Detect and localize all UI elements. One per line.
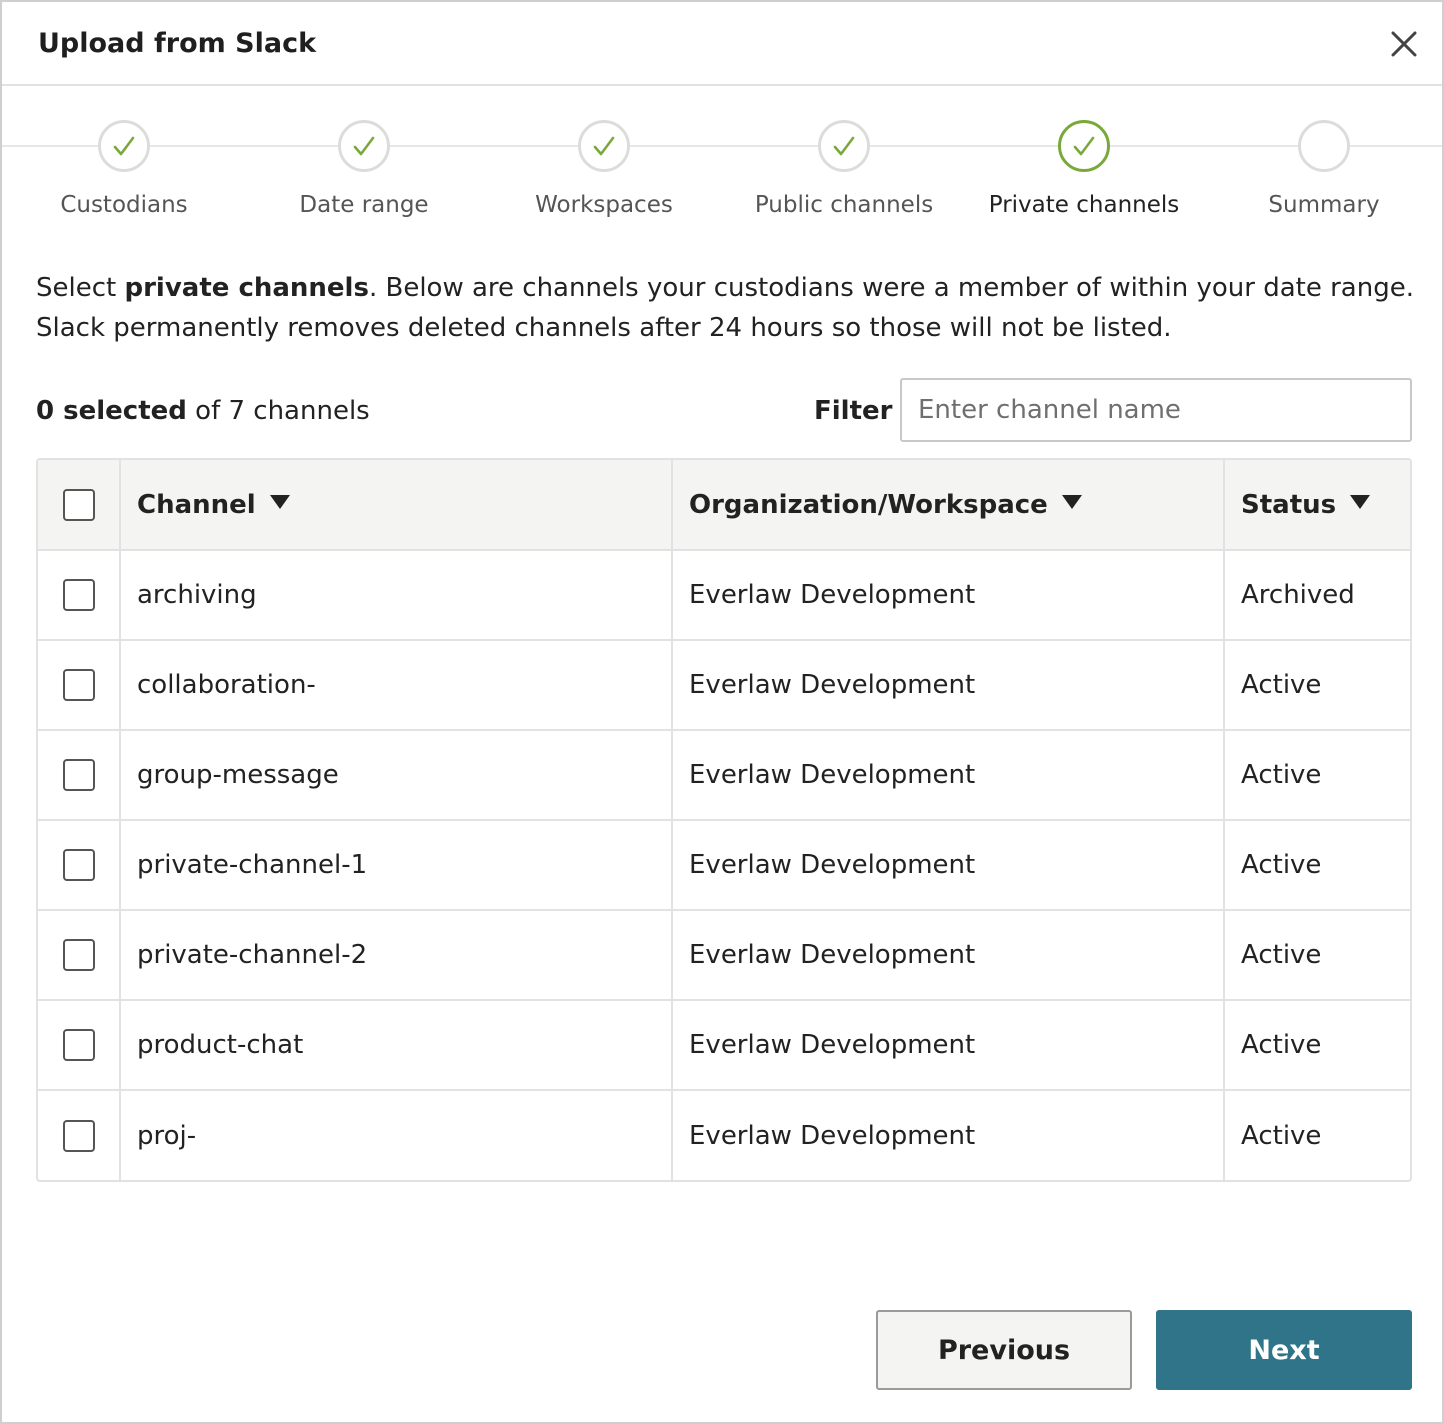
row-select-cell (38, 820, 121, 911)
step-workspaces: Workspaces (484, 120, 724, 220)
status-cell: Active (1241, 1120, 1322, 1151)
column-header-organization[interactable]: Organization/Workspace (672, 460, 1225, 551)
step-label: Public channels (754, 192, 934, 218)
instructions-emphasis: private channels (124, 273, 369, 303)
next-button[interactable]: Next (1156, 1310, 1412, 1390)
status-cell: Archived (1224, 550, 1410, 641)
organization-cell: Everlaw Development (672, 550, 1225, 641)
table-header-row: Channel Organization/Workspace Status (38, 460, 1410, 551)
row-checkbox[interactable] (62, 669, 95, 701)
table-row[interactable]: archiving Everlaw Development Archived (38, 550, 1410, 641)
channel-cell: archiving (120, 550, 673, 641)
checkmark-icon (353, 136, 375, 156)
step-summary: Summary (1204, 120, 1444, 220)
channel-cell: product-chat (120, 1000, 673, 1091)
status-cell: Active (1224, 910, 1410, 1001)
checkmark-icon (1073, 136, 1095, 156)
instructions-prefix: Select (36, 273, 125, 303)
dialog-header: Upload from Slack (2, 2, 1442, 86)
checkmark-icon (833, 136, 855, 156)
channel-cell: collaboration- (120, 640, 673, 731)
step-circle (338, 120, 390, 172)
organization-cell: Everlaw Development (672, 910, 1225, 1001)
organization-cell: Everlaw Development (672, 1090, 1225, 1180)
filter-label: Filter (814, 396, 893, 426)
table-row[interactable]: private-channel-1 Everlaw Development Ac… (38, 820, 1410, 911)
row-checkbox[interactable] (62, 579, 95, 611)
organization-cell: Everlaw Development (672, 1000, 1225, 1091)
selection-summary: 0 selected of 7 channels (36, 392, 370, 430)
channel-cell: private-channel-1 (120, 820, 673, 911)
sort-caret-down-icon (1061, 495, 1082, 509)
column-header-channel[interactable]: Channel (120, 460, 673, 551)
organization-cell: Everlaw Development (672, 730, 1225, 821)
status-header-label: Status (1241, 489, 1337, 520)
row-checkbox[interactable] (62, 849, 95, 881)
step-circle (1058, 120, 1110, 172)
step-custodians: Custodians (4, 120, 244, 220)
table-row[interactable]: group-message Everlaw Development Active (38, 730, 1410, 821)
channels-table: Channel Organization/Workspace Status ar… (36, 458, 1412, 1182)
column-header-status[interactable]: Status (1224, 460, 1410, 551)
organization-cell: Everlaw Development (672, 820, 1225, 911)
sort-caret-down-icon (1350, 495, 1371, 509)
table-row[interactable]: private-channel-2 Everlaw Development Ac… (38, 910, 1410, 1001)
row-checkbox[interactable] (62, 939, 95, 971)
select-all-checkbox[interactable] (62, 488, 95, 521)
step-public-channels: Public channels (724, 120, 964, 220)
status-cell: Active (1224, 820, 1410, 911)
table-row[interactable]: proj- Everlaw Development Active (38, 1090, 1410, 1180)
close-button[interactable] (1384, 24, 1424, 64)
upload-from-slack-dialog: Upload from Slack Custodians Date range … (0, 0, 1444, 1424)
row-select-cell (38, 730, 121, 821)
dialog-title: Upload from Slack (38, 28, 317, 59)
step-circle (1298, 120, 1350, 172)
channel-cell: group-message (120, 730, 673, 821)
channel-cell: proj- (120, 1090, 673, 1180)
channel-cell: private-channel-2 (120, 910, 673, 1001)
row-select-cell (38, 1090, 121, 1180)
close-icon (1391, 31, 1417, 57)
previous-button[interactable]: Previous (876, 1310, 1132, 1390)
table-row[interactable]: collaboration- Everlaw Development Activ… (38, 640, 1410, 731)
filter-input[interactable] (900, 378, 1412, 442)
status-cell: Active (1224, 1000, 1410, 1091)
instructions-text: Select private channels. Below are chann… (36, 268, 1416, 348)
step-label: Custodians (60, 192, 188, 218)
step-label: Private channels (988, 192, 1180, 218)
step-label: Workspaces (535, 192, 673, 218)
table-row[interactable]: product-chat Everlaw Development Active (38, 1000, 1410, 1091)
row-select-cell (38, 910, 121, 1001)
row-select-cell (38, 640, 121, 731)
channel-header-label: Channel (137, 489, 256, 520)
step-circle (578, 120, 630, 172)
row-select-cell (38, 1000, 121, 1091)
sort-caret-down-icon (269, 495, 290, 509)
row-checkbox[interactable] (62, 759, 95, 791)
row-select-cell (38, 550, 121, 641)
checkmark-icon (113, 136, 135, 156)
step-label: Summary (1268, 192, 1380, 218)
row-checkbox[interactable] (62, 1119, 95, 1152)
organization-header-label: Organization/Workspace (689, 489, 1048, 520)
total-count: of 7 channels (186, 396, 370, 426)
step-private-channels: Private channels (964, 120, 1204, 220)
status-cell: Active (1224, 730, 1410, 821)
step-date-range: Date range (244, 120, 484, 220)
checkmark-icon (593, 136, 615, 156)
select-all-cell (38, 460, 121, 551)
row-checkbox[interactable] (62, 1029, 95, 1061)
organization-cell: Everlaw Development (672, 640, 1225, 731)
status-cell: Active (1224, 640, 1410, 731)
step-circle (818, 120, 870, 172)
step-label: Date range (299, 192, 429, 218)
step-circle (98, 120, 150, 172)
selected-count: 0 selected (36, 396, 187, 426)
